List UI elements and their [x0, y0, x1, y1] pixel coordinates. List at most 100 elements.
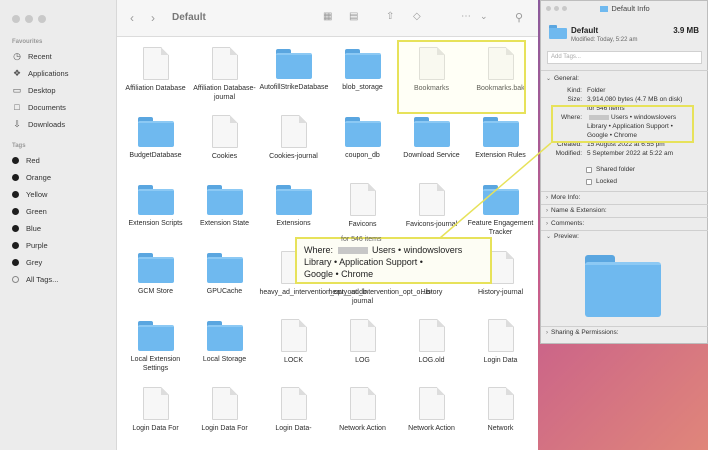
forward-icon[interactable]: ›: [151, 11, 155, 25]
sidebar-tag-green[interactable]: Green: [12, 204, 47, 218]
comments-section[interactable]: Comments:: [546, 220, 584, 227]
file-item[interactable]: blob_storage: [328, 45, 397, 113]
document-icon: □: [14, 102, 20, 112]
file-item[interactable]: Affiliation Database-journal: [190, 45, 259, 113]
document-icon: [418, 183, 445, 216]
name-extension-section[interactable]: Name & Extension:: [546, 207, 607, 214]
locked-checkbox[interactable]: Locked: [586, 178, 617, 185]
tag-dot-icon: [12, 156, 19, 164]
file-label: Login Data For: [132, 425, 179, 432]
file-label: AutofillStrikeDatabase: [259, 84, 329, 91]
file-item[interactable]: LOCK: [259, 317, 328, 385]
file-label: blob_storage: [342, 84, 383, 91]
file-item[interactable]: Extension State: [190, 181, 259, 249]
folder-icon: [206, 321, 243, 351]
kind-label: Kind:: [567, 87, 582, 94]
checkbox-icon: [586, 166, 592, 173]
sharing-permissions-section[interactable]: Sharing & Permissions:: [546, 329, 619, 336]
file-item[interactable]: Local Storage: [190, 317, 259, 385]
file-item[interactable]: Login Data: [466, 317, 535, 385]
document-icon: [418, 319, 445, 352]
document-icon: [280, 387, 307, 420]
file-label: Local Storage: [202, 356, 247, 363]
file-label: Network: [487, 425, 514, 432]
folder-icon: [206, 253, 243, 283]
info-title-text: Default Info: [611, 4, 650, 13]
shared-folder-checkbox[interactable]: Shared folder: [586, 166, 635, 173]
close-button[interactable]: [12, 15, 20, 23]
document-icon: [280, 319, 307, 352]
document-icon: [142, 47, 169, 80]
document-icon: [487, 319, 514, 352]
file-label: Login Data For: [201, 425, 248, 432]
file-item[interactable]: Login Data-: [259, 385, 328, 450]
file-label: heavy_ad_intervention_opt_out.db: [259, 289, 367, 296]
file-item[interactable]: BudgetDatabase: [121, 113, 190, 181]
folder-icon: [482, 185, 519, 215]
sidebar-tag-red[interactable]: Red: [12, 153, 40, 167]
sidebar-tag-grey[interactable]: Grey: [12, 255, 42, 269]
chevron-down-icon[interactable]: ⌄: [480, 11, 488, 22]
sidebar-item-downloads[interactable]: ⇩ Downloads: [12, 117, 65, 131]
file-item[interactable]: coupon_db: [328, 113, 397, 181]
sidebar-tag-purple[interactable]: Purple: [12, 238, 48, 252]
file-item[interactable]: Cookies: [190, 113, 259, 181]
file-item[interactable]: Login Data For: [121, 385, 190, 450]
where-highlight: [551, 105, 694, 143]
tag-dot-icon: [12, 190, 19, 198]
kind-value: Folder: [587, 87, 606, 94]
file-label: Affiliation Database-journal: [193, 85, 256, 101]
file-item[interactable]: GCM Store: [121, 249, 190, 317]
file-item[interactable]: Cookies-journal: [259, 113, 328, 181]
share-icon[interactable]: ⇧: [386, 11, 394, 22]
sidebar-item-label: Blue: [26, 223, 42, 233]
search-icon[interactable]: ⚲: [515, 11, 523, 24]
file-label: Affiliation Database: [125, 85, 186, 92]
file-item[interactable]: Local Extension Settings: [121, 317, 190, 385]
file-item[interactable]: Network Action: [328, 385, 397, 450]
divider: [541, 70, 708, 71]
sidebar-all-tags[interactable]: All Tags...: [12, 272, 58, 286]
file-item[interactable]: Extension Scripts: [121, 181, 190, 249]
preview-section[interactable]: Preview:: [546, 233, 579, 240]
file-label: Login Data-: [275, 425, 312, 432]
tag-icon[interactable]: ◇: [413, 11, 421, 22]
group-icon[interactable]: ▤: [349, 11, 358, 22]
file-item[interactable]: Network Action: [397, 385, 466, 450]
sidebar-item-label: Recent: [28, 51, 52, 61]
sidebar-tag-yellow[interactable]: Yellow: [12, 187, 47, 201]
file-item[interactable]: Network: [466, 385, 535, 450]
file-label: Login Data: [483, 357, 518, 364]
file-item[interactable]: Download Service: [397, 113, 466, 181]
tags-input[interactable]: Add Tags...: [547, 51, 702, 64]
file-item[interactable]: AutofillStrikeDatabase: [259, 45, 328, 113]
back-icon[interactable]: ‹: [130, 11, 134, 25]
modified-value: 5 September 2022 at 5:22 am: [587, 150, 674, 157]
sidebar-item-desktop[interactable]: ▭ Desktop: [12, 83, 56, 97]
folder-icon: [549, 25, 567, 39]
locked-label: Locked: [596, 178, 617, 185]
more-info-section[interactable]: More Info:: [546, 194, 580, 201]
modified-label: Modified:: [555, 150, 582, 157]
more-actions-icon[interactable]: ⋯: [461, 11, 471, 22]
file-item[interactable]: LOG: [328, 317, 397, 385]
zoom-button[interactable]: [38, 15, 46, 23]
document-icon: [418, 387, 445, 420]
file-item[interactable]: GPUCache: [190, 249, 259, 317]
general-section[interactable]: General:: [546, 75, 579, 82]
file-item[interactable]: Extension Rules: [466, 113, 535, 181]
sidebar-item-recent[interactable]: ◷ Recent: [12, 49, 52, 63]
sidebar-item-applications[interactable]: ❖ Applications: [12, 66, 69, 80]
file-item[interactable]: Affiliation Database: [121, 45, 190, 113]
minimize-button[interactable]: [25, 15, 33, 23]
info-window-title: Default Info: [541, 4, 708, 13]
file-item[interactable]: LOG.old: [397, 317, 466, 385]
bookmarks-highlight: [397, 40, 526, 114]
sidebar-item-documents[interactable]: □ Documents: [12, 100, 66, 114]
file-item[interactable]: Login Data For: [190, 385, 259, 450]
sidebar-item-label: Red: [26, 155, 40, 165]
sidebar-tag-orange[interactable]: Orange: [12, 170, 51, 184]
file-label: History: [420, 289, 443, 296]
grid-view-icon[interactable]: ▦: [323, 11, 332, 22]
sidebar-tag-blue[interactable]: Blue: [12, 221, 41, 235]
